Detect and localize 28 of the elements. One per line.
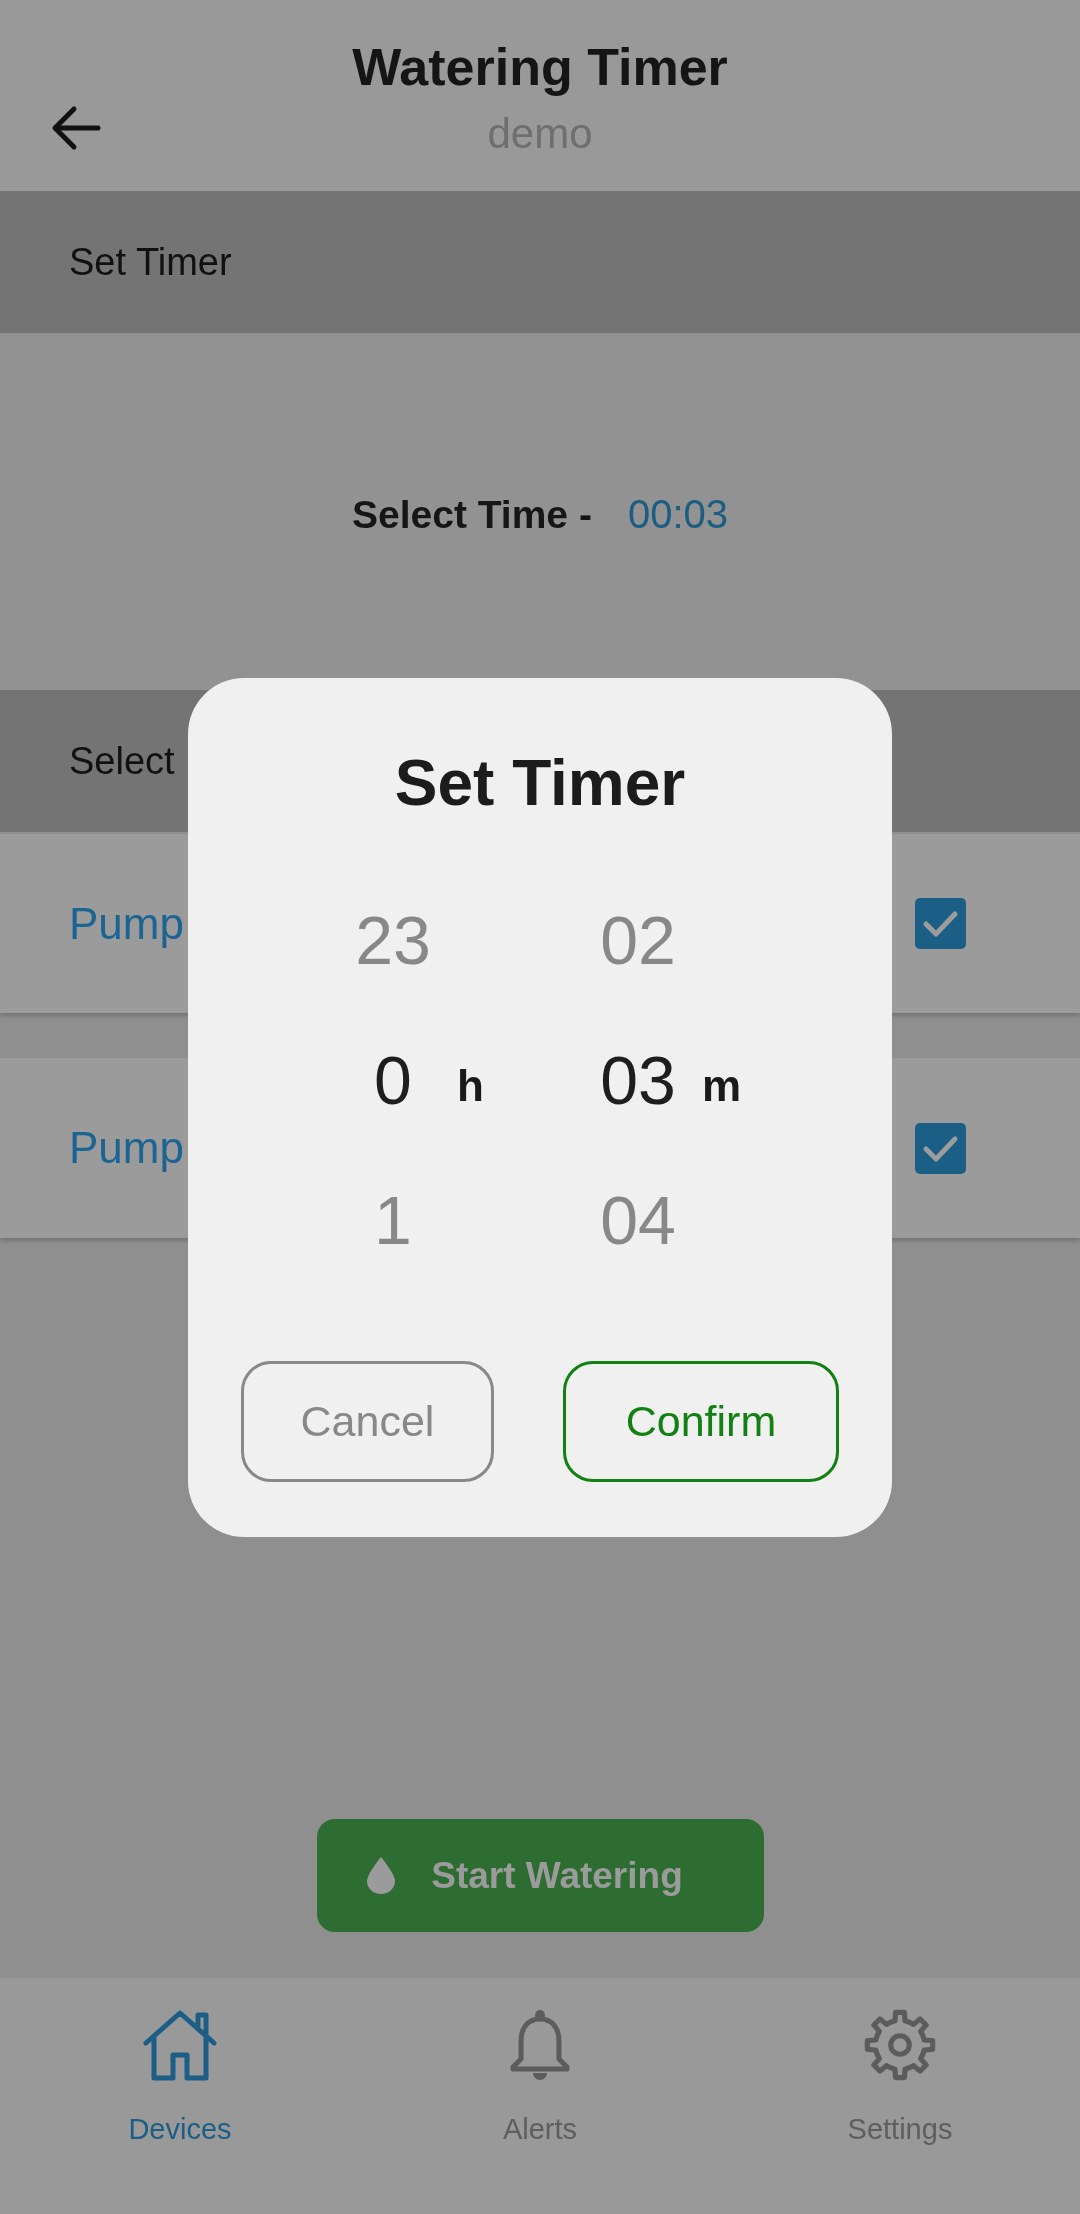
picker-value[interactable]: 03 <box>600 1040 676 1120</box>
app-title: Watering Timer <box>352 37 728 98</box>
nav-tab[interactable]: Settings <box>847 1978 953 2146</box>
drop-icon <box>367 1857 396 1894</box>
home-icon <box>142 2009 218 2081</box>
unit-label: m <box>702 1060 742 1111</box>
nav-tab[interactable]: Devices <box>128 1978 232 2146</box>
dialog-title: Set Timer <box>393 746 687 821</box>
confirm-button[interactable]: Confirm <box>563 1361 839 1482</box>
gear-icon <box>864 2009 936 2081</box>
picker-value[interactable]: 02 <box>600 900 676 980</box>
picker-value[interactable]: 0 <box>374 1040 412 1120</box>
bell-icon <box>509 2009 571 2081</box>
nav-tab[interactable]: Alerts <box>502 1978 578 2146</box>
checkbox[interactable] <box>915 898 966 949</box>
pump-label[interactable]: Pump <box>69 1123 184 1173</box>
checkbox[interactable] <box>915 1122 966 1174</box>
time-value[interactable]: 00:03 <box>627 492 728 537</box>
picker-value[interactable]: 23 <box>355 900 431 980</box>
back-arrow-icon[interactable] <box>51 105 101 151</box>
cancel-button[interactable]: Cancel <box>241 1361 494 1482</box>
pump-label[interactable]: Pump <box>69 898 184 949</box>
picker-value[interactable]: 1 <box>374 1180 412 1260</box>
start-watering-button[interactable]: Start Watering <box>316 1819 764 1932</box>
unit-label: h <box>457 1060 484 1111</box>
picker-value[interactable]: 04 <box>600 1180 676 1260</box>
time-label: Select Time - <box>352 492 592 537</box>
section-header: Set Timer <box>0 191 1080 333</box>
